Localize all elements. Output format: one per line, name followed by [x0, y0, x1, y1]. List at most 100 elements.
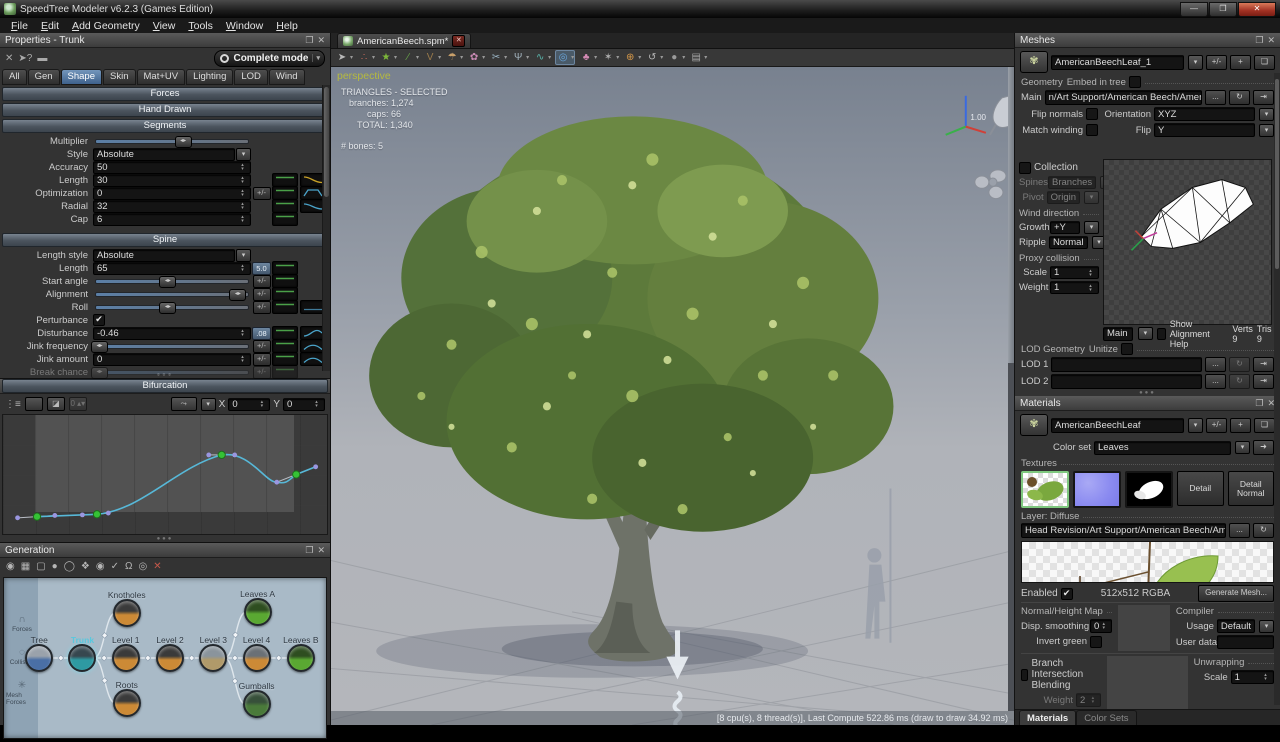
collection-checkbox[interactable] — [1019, 162, 1031, 174]
menu-help[interactable]: Help — [270, 19, 304, 33]
flip-select[interactable]: Y — [1154, 123, 1255, 137]
chevron-down-icon[interactable]: ▾ — [704, 54, 707, 61]
curve-chip-g[interactable] — [272, 326, 298, 340]
node-leaves-a[interactable] — [244, 598, 272, 626]
visibility-icon[interactable]: ▬ — [37, 53, 47, 64]
preview-lod-select[interactable]: Main — [1103, 327, 1133, 341]
embed-in-tree-checkbox[interactable] — [1129, 76, 1141, 88]
curve-chip-g[interactable] — [272, 186, 298, 200]
detail-texture-button[interactable]: Detail — [1177, 471, 1224, 506]
properties-scrollbar[interactable] — [322, 85, 330, 371]
slider-handle[interactable]: ◂▸ — [91, 341, 108, 353]
lod2-export-button[interactable]: ⇥ — [1253, 374, 1274, 389]
delete-icon[interactable]: ✕ — [5, 53, 13, 64]
dropdown-length-style[interactable]: Absolute — [93, 249, 235, 262]
flower-icon[interactable]: ✿▾ — [467, 51, 485, 64]
chevron-down-icon[interactable]: ▾ — [594, 54, 597, 61]
variance-button[interactable]: +/- — [253, 353, 271, 366]
slider-handle[interactable]: ◂▸ — [91, 367, 108, 379]
preview-lod-dropdown[interactable]: ▾ — [1138, 327, 1153, 340]
slider-start-angle[interactable]: ◂▸ — [95, 279, 249, 284]
spinner-arrows[interactable]: ▴▾ — [238, 329, 247, 337]
grab-material-button[interactable]: ✾ — [1020, 414, 1048, 436]
tab-all[interactable]: All — [2, 69, 27, 85]
color-set-dropdown[interactable]: ▾ — [1235, 441, 1250, 454]
lod1-path[interactable] — [1051, 357, 1202, 372]
node-edit-icon[interactable]: ∴▾ — [357, 51, 375, 64]
slider-break-chance[interactable]: ◂▸ — [95, 370, 249, 375]
bib-checkbox[interactable] — [1021, 669, 1028, 681]
slider-handle[interactable]: ◂▸ — [175, 136, 192, 148]
gizmo-icon[interactable]: ⊕▾ — [623, 51, 641, 64]
chevron-down-icon[interactable]: ▾ — [638, 54, 641, 61]
curve-chip-g[interactable] — [272, 199, 298, 213]
diffuse-texture-preview[interactable] — [1021, 541, 1274, 583]
show-alignment-help-checkbox[interactable] — [1157, 328, 1166, 340]
mesh-selector-dropdown[interactable]: ▾ — [1188, 55, 1203, 70]
browse-mesh-button[interactable]: ... — [1205, 90, 1226, 105]
menu-add-geometry[interactable]: Add Geometry — [66, 19, 146, 33]
curve-editor[interactable] — [2, 414, 328, 535]
branch-icon[interactable]: V▾ — [423, 51, 441, 64]
snap-icon[interactable]: ◎ — [138, 561, 147, 572]
chevron-down-icon[interactable]: ▾ — [548, 54, 551, 61]
viewport[interactable]: perspective TRIANGLES - SELECTED branche… — [331, 67, 1014, 725]
worm-icon[interactable]: ∿▾ — [533, 51, 551, 64]
orientation-dropdown[interactable]: ▾ — [1259, 108, 1274, 121]
slider-handle[interactable]: ◂▸ — [159, 276, 176, 288]
group-icon[interactable]: ▦ — [21, 561, 30, 572]
chevron-down-icon[interactable]: ▾ — [236, 148, 251, 161]
magnify-icon[interactable]: ◎▾ — [555, 50, 575, 65]
tab-wind[interactable]: Wind — [269, 69, 305, 85]
skeleton-icon[interactable]: Ψ▾ — [511, 51, 529, 64]
curve-chip-g[interactable] — [272, 352, 298, 366]
input-cap[interactable]: 6▴▾ — [93, 213, 251, 226]
input-length[interactable]: 30▴▾ — [93, 174, 251, 187]
spinner-arrows[interactable]: ▴▾ — [238, 189, 247, 197]
lod1-browse-button[interactable]: ... — [1205, 357, 1226, 372]
variance-button[interactable]: +/- — [253, 275, 271, 288]
chevron-down-icon[interactable]: ▾ — [312, 54, 320, 62]
mesh-copy-button[interactable]: ❏ — [1254, 55, 1275, 70]
curve-chip-g[interactable] — [272, 339, 298, 353]
close-tab-icon[interactable]: ✕ — [452, 35, 465, 47]
material-add-button[interactable]: + — [1230, 418, 1251, 433]
diffuse-texture-thumb[interactable] — [1021, 471, 1069, 508]
chevron-down-icon[interactable]: ▾ — [526, 54, 529, 61]
material-copy-button[interactable]: ❏ — [1254, 418, 1275, 433]
curve-value-field[interactable]: 0 ▴▾ — [69, 397, 87, 411]
checkbox-perturbance[interactable]: ✔ — [93, 314, 105, 326]
variance-button[interactable]: +/- — [253, 340, 271, 353]
chevron-down-icon[interactable]: ▾ — [682, 54, 685, 61]
layer-browse-button[interactable]: ... — [1229, 523, 1250, 538]
curve-chip-g[interactable] — [272, 300, 298, 314]
node-gumballs[interactable] — [243, 690, 271, 718]
menu-tools[interactable]: Tools — [182, 19, 219, 33]
tab-lod[interactable]: LOD — [234, 69, 268, 85]
mesh-add-button[interactable]: + — [1230, 55, 1251, 70]
color-set-select[interactable]: Leaves — [1094, 441, 1231, 455]
flip-dropdown[interactable]: ▾ — [1259, 124, 1274, 137]
node-level-3[interactable] — [199, 644, 227, 672]
curve-chip-g[interactable] — [272, 287, 298, 301]
leaf-icon[interactable]: ★▾ — [379, 51, 397, 64]
float-panel-icon[interactable]: ❐ — [305, 35, 313, 46]
growth-select[interactable]: +Y — [1050, 221, 1080, 234]
lasso-icon[interactable]: ◯ — [64, 561, 75, 572]
chevron-down-icon[interactable]: ▾ — [416, 54, 419, 61]
delete-node-icon[interactable]: ✕ — [153, 561, 161, 572]
variance-badge[interactable]: .08 — [252, 327, 271, 340]
proxy-scale-input[interactable]: 1▴▾ — [1050, 266, 1099, 279]
detail-normal-texture-button[interactable]: Detail Normal — [1228, 471, 1275, 506]
lock-icon[interactable]: Ω — [125, 561, 132, 572]
close-panel-icon[interactable]: ✕ — [317, 35, 325, 46]
input-jink-amount[interactable]: 0▴▾ — [93, 353, 251, 366]
variance-button[interactable]: +/- — [253, 366, 271, 379]
chevron-down-icon[interactable]: ▾ — [350, 54, 353, 61]
node-leaves-b[interactable] — [287, 644, 315, 672]
user-data-input[interactable] — [1217, 635, 1274, 649]
alpha-texture-thumb[interactable] — [1125, 471, 1173, 508]
curve-chip-g[interactable] — [272, 274, 298, 288]
dropdown-style[interactable]: Absolute — [93, 148, 235, 161]
new-node-icon[interactable]: ◉ — [6, 561, 15, 572]
